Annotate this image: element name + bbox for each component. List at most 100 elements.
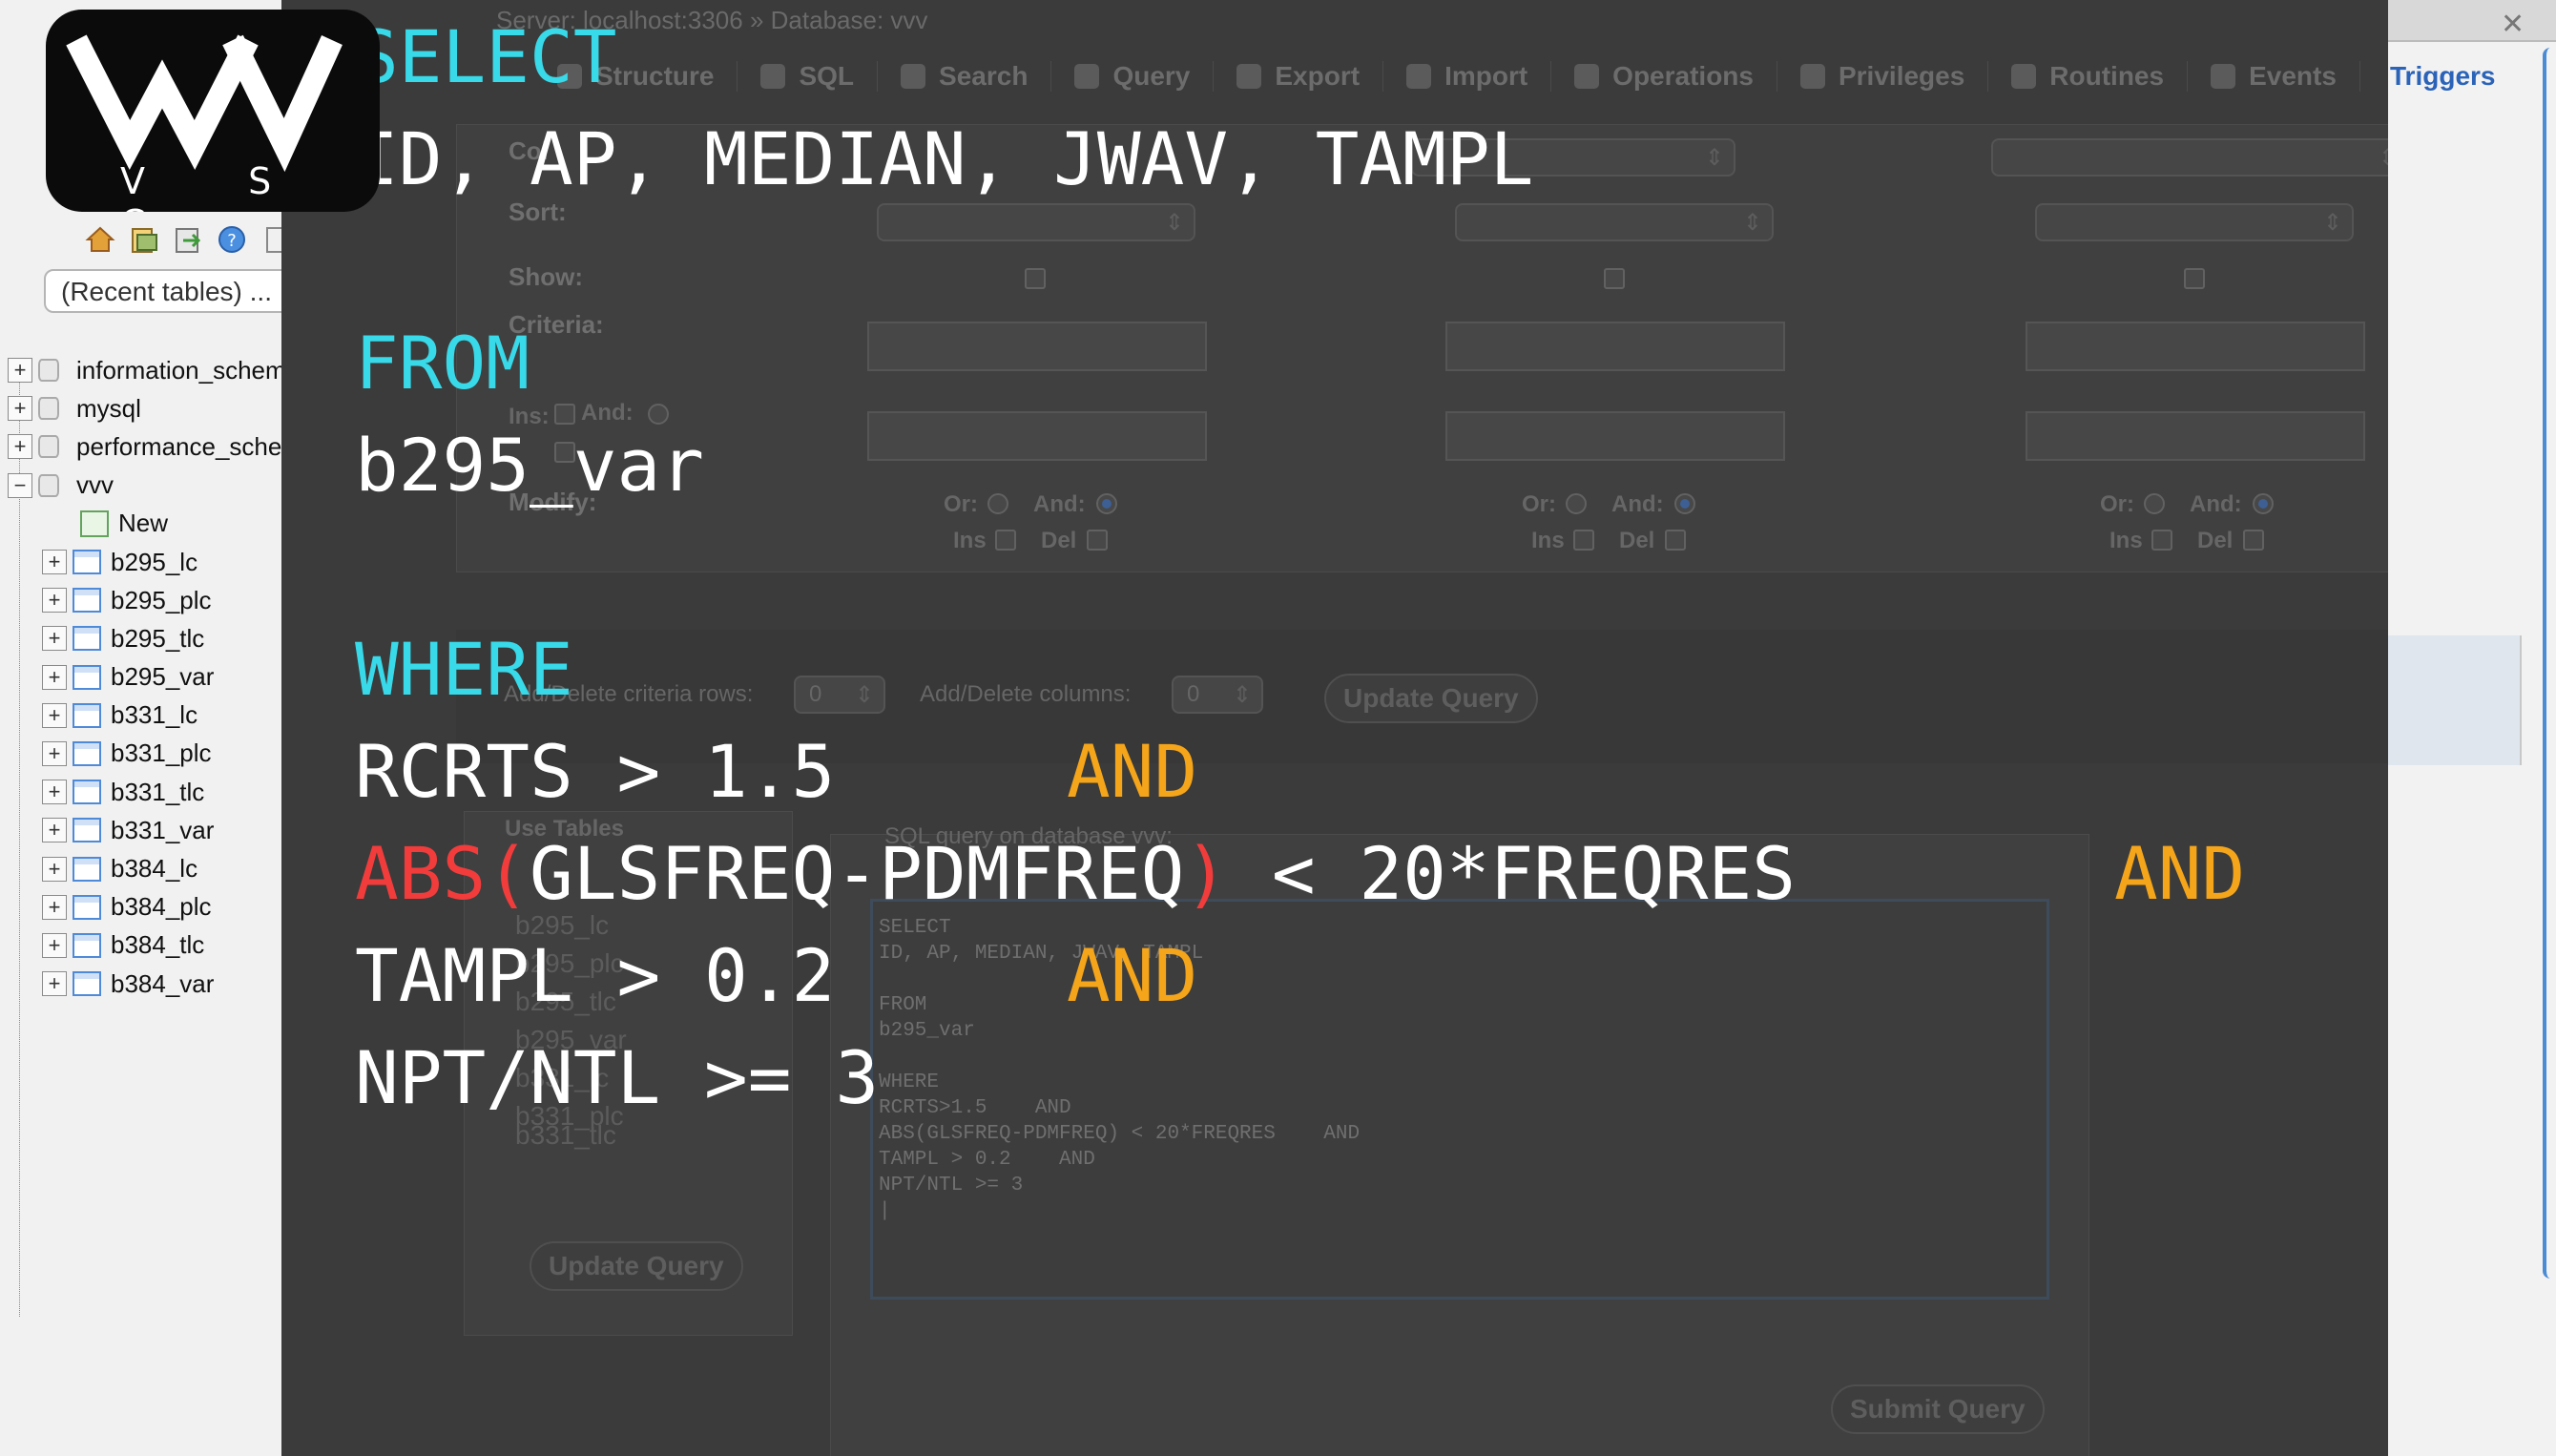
submit-query-button[interactable]: Submit Query (1831, 1384, 2045, 1434)
rows-value: 0 (809, 681, 822, 707)
expand-icon[interactable]: + (42, 702, 67, 728)
expand-icon[interactable]: + (8, 434, 32, 460)
tab-label: Import (1444, 61, 1528, 91)
logo-letters: V S C (120, 160, 318, 212)
tab-privileges[interactable]: Privileges (1777, 61, 1989, 92)
column-select[interactable] (1991, 138, 2409, 177)
breadcrumb-server[interactable]: Server: localhost:3306 (496, 6, 743, 34)
del-label: Del (2197, 528, 2234, 553)
sql-query-label: SQL query on database vvv: (884, 823, 1173, 849)
or-label: Or: (2100, 491, 2134, 517)
db-name: performance_schema (76, 431, 317, 461)
expand-icon[interactable]: + (42, 740, 67, 766)
table-icon (73, 664, 101, 690)
table-name: b384_var (111, 968, 215, 998)
expand-icon[interactable]: + (42, 780, 67, 805)
ins-checkbox[interactable] (554, 404, 575, 425)
collapse-icon[interactable]: − (8, 472, 32, 498)
expand-icon[interactable]: + (8, 358, 32, 384)
home-icon[interactable] (84, 223, 116, 256)
use-table-option[interactable]: b331_lc (515, 1063, 609, 1093)
tab-label: Export (1275, 61, 1361, 91)
use-table-option[interactable]: b295_tlc (515, 987, 616, 1017)
expand-icon[interactable]: + (42, 626, 67, 652)
tab-export[interactable]: Export (1214, 61, 1384, 92)
tab-routines[interactable]: Routines (1988, 61, 2189, 92)
ins-label: Ins (2109, 528, 2143, 553)
update-query-button[interactable]: Update Query (530, 1241, 743, 1291)
expand-icon[interactable]: + (42, 856, 67, 882)
tab-import[interactable]: Import (1383, 61, 1552, 92)
tab-sql[interactable]: SQL (738, 61, 879, 92)
expand-icon[interactable]: + (8, 396, 32, 422)
use-table-option[interactable]: b295_var (515, 1025, 627, 1055)
sort-select[interactable] (877, 203, 1195, 241)
routines-icon (2011, 64, 2037, 89)
modify-label: Modify: (509, 488, 597, 516)
or-radio[interactable] (1566, 493, 1587, 514)
ins-checkbox[interactable] (2151, 530, 2172, 551)
expand-icon[interactable]: + (42, 932, 67, 958)
breadcrumb-database[interactable]: Database: vvv (771, 6, 928, 34)
use-table-option[interactable]: b295_lc (515, 910, 609, 941)
add-delete-rows-select[interactable]: 0 (794, 676, 885, 714)
expand-icon[interactable]: + (42, 818, 67, 843)
sql-query-textarea[interactable]: SELECT ID, AP, MEDIAN, JWAV, TAMPL FROM … (870, 899, 2049, 1300)
criteria-input[interactable] (1445, 411, 1785, 461)
criteria-input[interactable] (1445, 322, 1785, 371)
database-icon[interactable] (128, 223, 160, 256)
tab-operations[interactable]: Operations (1551, 61, 1777, 92)
sort-select[interactable] (1455, 203, 1774, 241)
db-name: mysql (76, 393, 141, 423)
show-checkbox[interactable] (2184, 268, 2205, 289)
del-checkbox[interactable] (1087, 530, 1108, 551)
tab-events[interactable]: Events (2188, 61, 2360, 92)
table-name: b331_plc (111, 738, 212, 768)
table-icon (73, 780, 101, 805)
tab-search[interactable]: Search (878, 61, 1052, 92)
tab-triggers[interactable]: Triggers (2390, 61, 2495, 92)
and-radio[interactable] (1674, 493, 1695, 514)
or-radio[interactable] (2144, 493, 2165, 514)
sort-select[interactable] (2035, 203, 2354, 241)
panel-band (2388, 635, 2522, 765)
criteria-input[interactable] (867, 411, 1207, 461)
ins-checkbox[interactable] (1573, 530, 1594, 551)
expand-icon[interactable]: + (42, 664, 67, 690)
expand-icon[interactable]: + (42, 550, 67, 575)
scrollbar[interactable] (2543, 48, 2556, 1279)
close-icon[interactable]: ✕ (2501, 8, 2525, 41)
recent-tables-value: (Recent tables) ... (61, 277, 272, 306)
table-name: b384_plc (111, 892, 212, 922)
column-select[interactable] (1411, 138, 1735, 177)
export-icon[interactable] (172, 223, 204, 256)
or-radio[interactable] (987, 493, 1008, 514)
criteria-input[interactable] (2026, 411, 2365, 461)
show-checkbox[interactable] (1025, 268, 1046, 289)
update-query-button[interactable]: Update Query (1324, 674, 1538, 723)
and-radio[interactable] (1096, 493, 1117, 514)
help-icon[interactable]: ? (216, 223, 248, 256)
ins-checkbox[interactable] (995, 530, 1016, 551)
and-radio[interactable] (2253, 493, 2274, 514)
del-checkbox[interactable] (1665, 530, 1686, 551)
expand-icon[interactable]: + (42, 588, 67, 614)
del-checkbox[interactable] (2243, 530, 2264, 551)
expand-icon[interactable]: + (42, 894, 67, 920)
use-table-option[interactable]: b331_tlc (515, 1120, 616, 1151)
or-label: Or: (944, 491, 978, 517)
criteria-input[interactable] (867, 322, 1207, 371)
table-name: b295_plc (111, 585, 212, 614)
table-icon (73, 971, 101, 997)
show-checkbox[interactable] (1604, 268, 1625, 289)
and-radio[interactable] (648, 404, 669, 425)
criteria-input[interactable] (2026, 322, 2365, 371)
tab-label: Structure (595, 61, 715, 91)
table-name: b384_lc (111, 854, 198, 884)
use-table-option[interactable]: b295_plc (515, 948, 624, 979)
tab-structure[interactable]: Structure (534, 61, 738, 92)
expand-icon[interactable]: + (42, 971, 67, 997)
add-delete-cols-select[interactable]: 0 (1172, 676, 1263, 714)
tab-query[interactable]: Query (1051, 61, 1215, 92)
del-checkbox[interactable] (554, 442, 575, 463)
